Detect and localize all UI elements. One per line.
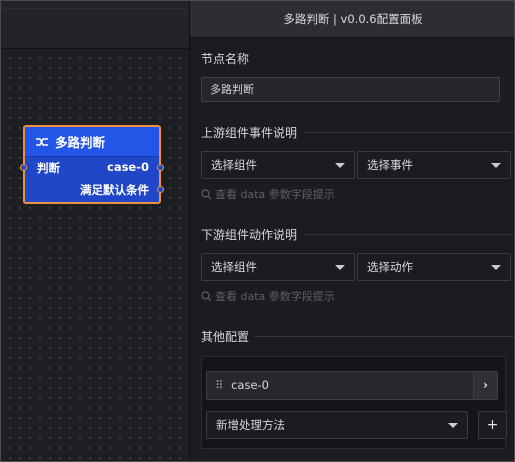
node-header[interactable]: 多路判断	[25, 127, 159, 157]
upstream-component-select[interactable]: 选择组件	[201, 151, 355, 179]
node-input-port[interactable]	[20, 164, 27, 171]
add-button[interactable]: +	[478, 411, 507, 439]
divider	[305, 234, 513, 235]
downstream-action-select-value: 选择动作	[367, 260, 413, 274]
add-method-select-value: 新增处理方法	[216, 418, 285, 432]
upstream-component-select-value: 选择组件	[211, 158, 257, 172]
app-frame: 多路判断 判断 case-0 满足默认条件 多路判断 | v0.0.6配置面板 …	[0, 0, 515, 462]
chevron-right-icon[interactable]: ›	[473, 372, 497, 399]
downstream-action-select[interactable]: 选择动作	[357, 253, 511, 281]
add-method-select[interactable]: 新增处理方法	[206, 411, 468, 439]
node-input-label: 判断	[37, 161, 60, 175]
downstream-data-hint[interactable]: 查看 data 参数字段提示	[201, 288, 335, 304]
canvas-toolbar	[1, 1, 189, 49]
downstream-section-label: 下游组件动作说明	[201, 228, 298, 242]
chevron-down-icon	[491, 163, 501, 168]
upstream-hint-text: 查看 data 参数字段提示	[215, 188, 335, 201]
node-name-label: 节点名称	[201, 52, 250, 66]
config-panel: 多路判断 | v0.0.6配置面板 节点名称 多路判断 上游组件事件说明 选择组…	[189, 1, 514, 461]
chevron-down-icon	[335, 163, 345, 168]
node-row-case: 判断 case-0	[25, 157, 159, 179]
node-row-default: 满足默认条件	[25, 179, 159, 201]
divider	[255, 336, 513, 337]
chevron-down-icon	[491, 265, 501, 270]
node-name-input[interactable]: 多路判断	[201, 77, 500, 102]
chevron-down-icon	[335, 265, 345, 270]
node-title: 多路判断	[55, 135, 106, 150]
upstream-event-select[interactable]: 选择事件	[357, 151, 511, 179]
chevron-down-icon	[448, 423, 458, 428]
case-item[interactable]: ⠿ case-0 ›	[206, 371, 498, 400]
downstream-component-select-value: 选择组件	[211, 260, 257, 274]
search-icon	[201, 290, 212, 301]
branch-icon	[36, 137, 48, 146]
search-icon	[201, 188, 212, 199]
upstream-data-hint[interactable]: 查看 data 参数字段提示	[201, 186, 335, 202]
flow-canvas[interactable]: 多路判断 判断 case-0 满足默认条件	[1, 1, 189, 461]
node-output-port-case[interactable]	[157, 164, 164, 171]
node-output-case-label: case-0	[107, 160, 149, 174]
node-output-port-default[interactable]	[157, 186, 164, 193]
panel-title: 多路判断 | v0.0.6配置面板	[190, 1, 514, 38]
node-output-default-label: 满足默认条件	[80, 183, 149, 197]
other-section-label: 其他配置	[201, 330, 250, 344]
upstream-event-select-value: 选择事件	[367, 158, 413, 172]
downstream-component-select[interactable]: 选择组件	[201, 253, 355, 281]
case-item-label: case-0	[231, 378, 269, 392]
multi-branch-node[interactable]: 多路判断 判断 case-0 满足默认条件	[20, 125, 164, 204]
downstream-hint-text: 查看 data 参数字段提示	[215, 290, 335, 303]
divider	[305, 132, 513, 133]
drag-handle-icon[interactable]: ⠿	[215, 378, 224, 392]
upstream-section-label: 上游组件事件说明	[201, 126, 298, 140]
